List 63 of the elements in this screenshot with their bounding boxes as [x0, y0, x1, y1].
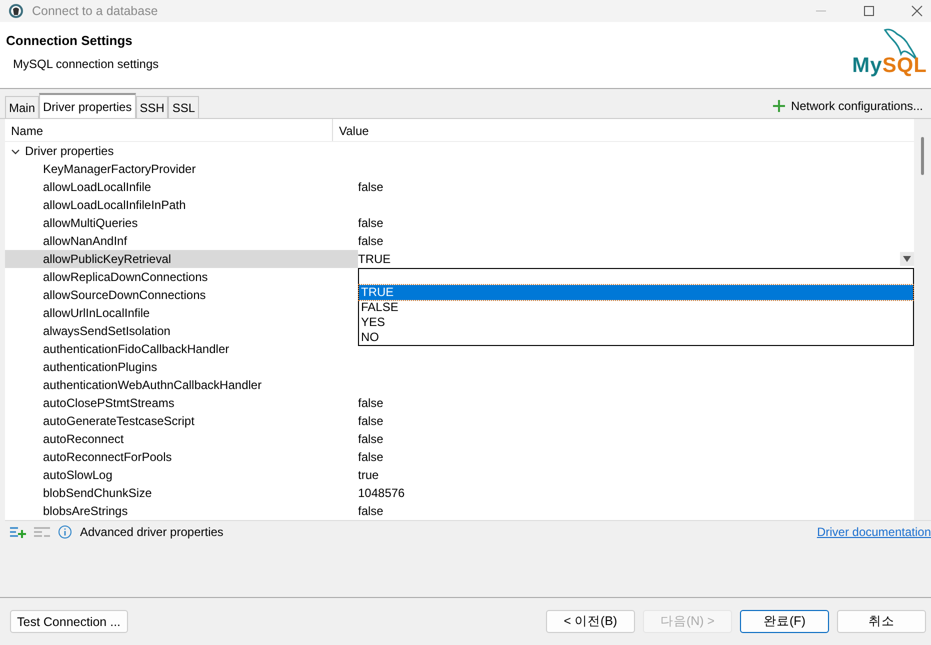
property-name[interactable]: autoReconnect	[5, 430, 358, 448]
network-configurations-button[interactable]: Network configurations...	[772, 99, 923, 113]
dialog-button[interactable]: 취소	[837, 610, 926, 633]
maximize-icon[interactable]	[863, 5, 875, 17]
window-title: Connect to a database	[32, 4, 158, 18]
property-value: 1048576	[358, 486, 405, 500]
dialog-button[interactable]: 완료(F)	[740, 610, 829, 633]
logo-text: MySQL	[852, 54, 927, 78]
tab[interactable]: Main	[5, 96, 40, 118]
dropdown-option[interactable]: YES	[359, 315, 913, 330]
page-title: Connection Settings	[6, 33, 134, 48]
tab[interactable]: Driver properties	[39, 93, 136, 118]
property-value: true	[358, 468, 379, 482]
info-text: Advanced driver properties	[80, 525, 224, 539]
app-icon	[8, 3, 24, 19]
property-name[interactable]: authenticationFidoCallbackHandler	[5, 340, 358, 358]
tab[interactable]: SSH	[136, 96, 168, 118]
property-name[interactable]: autoSlowLog	[5, 466, 358, 484]
property-name[interactable]: allowSourceDownConnections	[5, 286, 358, 304]
tree-group[interactable]: Driver properties	[5, 142, 325, 160]
driver-documentation-link[interactable]: Driver documentation	[816, 525, 931, 539]
property-name[interactable]: allowNanAndInf	[5, 232, 358, 250]
scrollbar-thumb[interactable]	[921, 137, 924, 175]
remove-property-icon[interactable]	[34, 526, 50, 538]
dialog-button[interactable]: < 이전(B)	[546, 610, 635, 633]
property-value: false	[358, 450, 384, 464]
page-subtitle: MySQL connection settings	[12, 57, 159, 71]
property-value: false	[358, 234, 384, 248]
dropdown-option[interactable]: FALSE	[359, 300, 913, 315]
dialog-button[interactable]: Test Connection ...	[10, 610, 128, 633]
property-name[interactable]: allowMultiQueries	[5, 214, 358, 232]
property-name[interactable]: allowReplicaDownConnections	[5, 268, 358, 286]
value-combo[interactable]: TRUE	[358, 250, 914, 268]
property-name[interactable]: KeyManagerFactoryProvider	[5, 160, 358, 178]
tab[interactable]: SSL	[168, 96, 200, 118]
property-name[interactable]: alwaysSendSetIsolation	[5, 322, 358, 340]
property-name[interactable]: authenticationPlugins	[5, 358, 358, 376]
property-name[interactable]: blobSendChunkSize	[5, 484, 358, 502]
property-name[interactable]: autoGenerateTestcaseScript	[5, 412, 358, 430]
property-value: false	[358, 396, 384, 410]
property-name[interactable]: autoClosePStmtStreams	[5, 394, 358, 412]
property-name[interactable]: allowUrlInLocalInfile	[5, 304, 358, 322]
dropdown-option[interactable]: TRUE	[359, 285, 913, 300]
close-icon[interactable]	[911, 5, 923, 17]
column-header[interactable]: Value	[333, 119, 914, 141]
property-name[interactable]: blobsAreStrings	[5, 502, 358, 520]
property-value: false	[358, 414, 384, 428]
plus-icon	[772, 100, 785, 112]
info-icon	[58, 525, 72, 539]
scrollbar[interactable]	[914, 119, 931, 520]
column-header[interactable]: Name	[5, 119, 333, 141]
property-value: false	[358, 504, 384, 518]
property-name[interactable]: allowLoadLocalInfileInPath	[5, 196, 358, 214]
property-value: false	[358, 216, 384, 230]
chevron-down-icon	[11, 146, 20, 156]
dropdown-option[interactable]: NO	[359, 330, 913, 345]
add-property-icon[interactable]	[10, 526, 26, 538]
property-value: false	[358, 180, 384, 194]
property-name[interactable]: allowLoadLocalInfile	[5, 178, 358, 196]
property-name[interactable]: autoReconnectForPools	[5, 448, 358, 466]
property-name[interactable]: allowPublicKeyRetrieval	[5, 250, 358, 268]
property-name[interactable]: authenticationWebAuthnCallbackHandler	[5, 376, 358, 394]
property-value: false	[358, 432, 384, 446]
